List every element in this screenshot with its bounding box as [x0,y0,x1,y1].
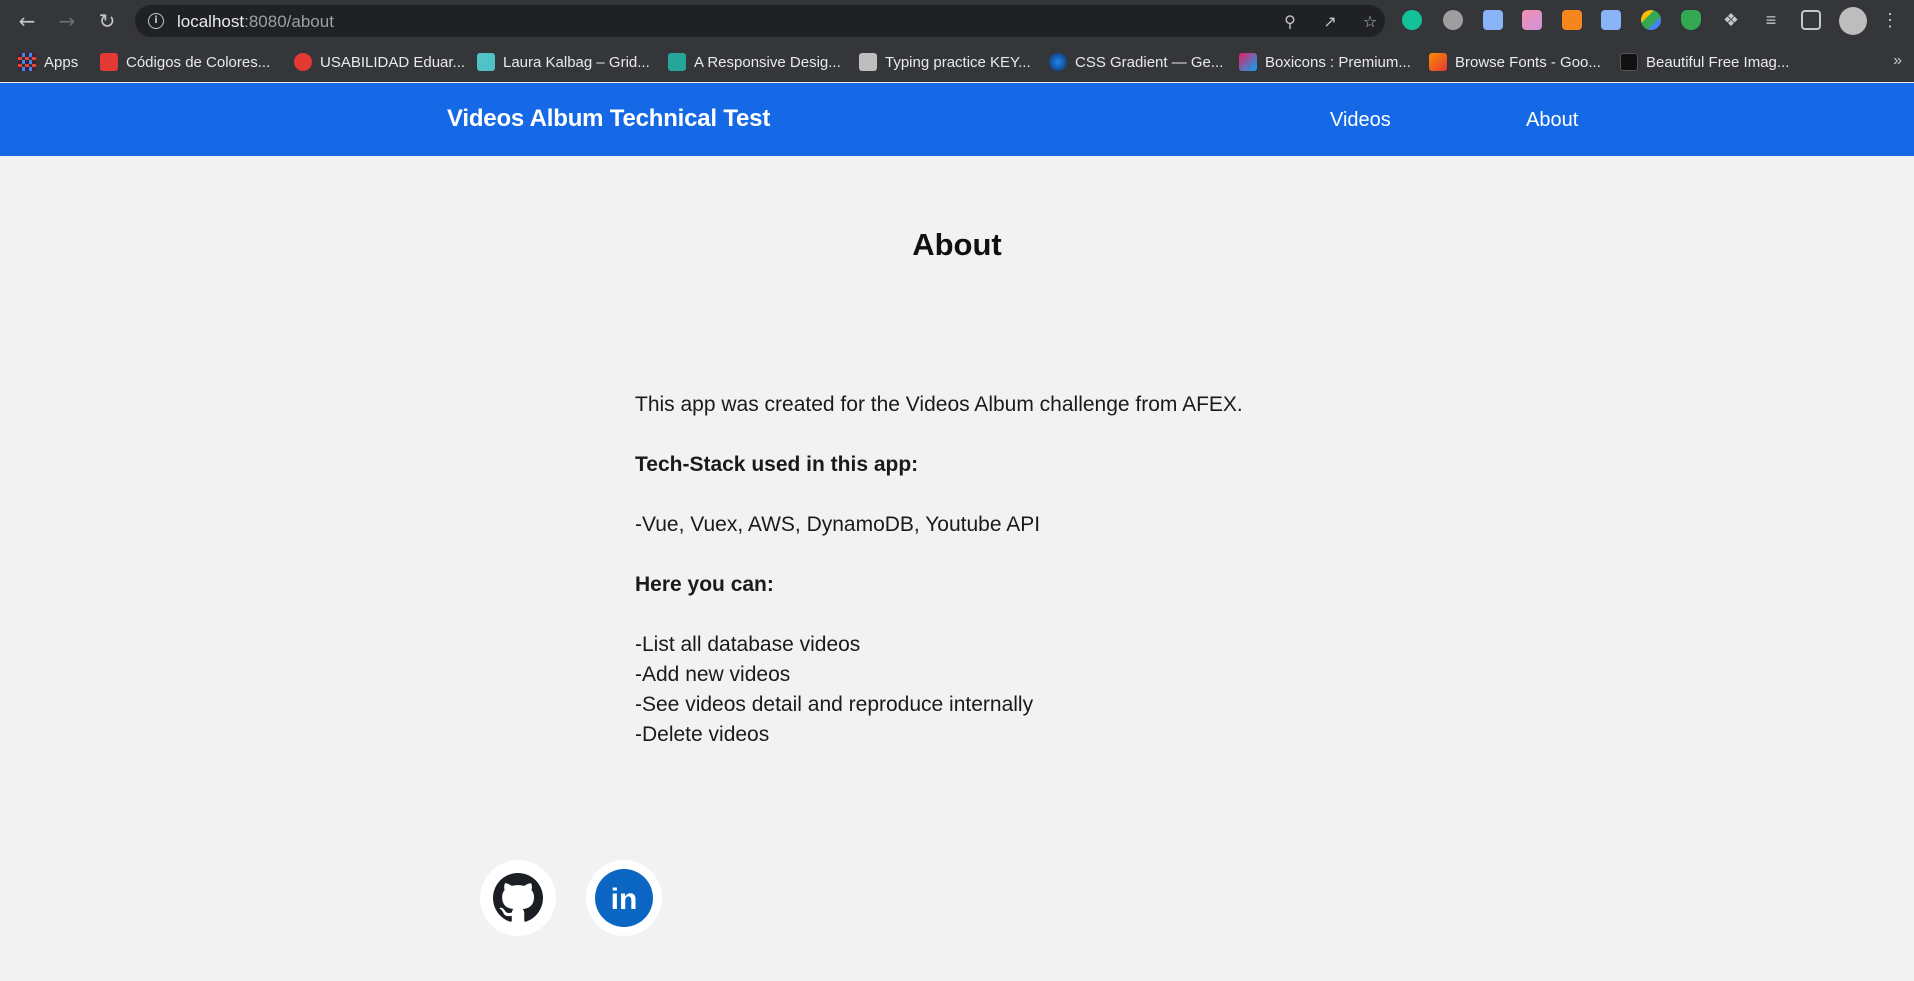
stack-heading: Tech-Stack used in this app: [635,453,919,476]
side-panel-icon[interactable] [1801,10,1821,30]
color-extension-icon[interactable] [1522,10,1542,30]
github-icon [493,873,543,922]
bookmark-star-icon[interactable]: ☆ [1361,13,1379,31]
app-navbar: Videos Album Technical Test Videos About [0,83,1914,156]
menu-kebab-icon[interactable]: ⋮ [1880,10,1900,30]
bookmark-apps[interactable]: Apps [18,51,78,73]
grammarly-extension-icon[interactable] [1402,10,1422,30]
screenshot-extension-icon[interactable] [1601,10,1621,30]
address-bar[interactable]: i localhost:8080/about ⚲ ↗ ☆ [135,5,1385,37]
unsplash-favicon-icon [1620,53,1638,71]
intro-text: This app was created for the Videos Albu… [635,393,1243,416]
about-content: This app was created for the Videos Albu… [635,390,1435,750]
bookmark-codigos[interactable]: Códigos de Colores... [100,51,270,73]
browser-toolbar: ← → ↻ i localhost:8080/about ⚲ ↗ ☆ ❖ ≡ ⋮ [0,0,1914,42]
profile-avatar[interactable] [1839,7,1867,35]
url-text[interactable]: localhost:8080/about [177,12,334,32]
page-title: About [912,227,1002,262]
bookmarks-bar: Apps Códigos de Colores... USABILIDAD Ed… [0,42,1914,82]
css-gradient-favicon-icon [1049,53,1067,71]
extensions-puzzle-icon[interactable]: ❖ [1721,10,1741,30]
forward-icon[interactable]: → [53,7,81,35]
responsive-design-favicon-icon [668,53,686,71]
share-icon[interactable]: ↗ [1321,13,1339,31]
feature-item: -Delete videos [635,723,770,746]
linkedin-link[interactable]: in [586,860,662,936]
feature-item: -Add new videos [635,663,791,686]
bookmark-css-gradient[interactable]: CSS Gradient — Ge... [1049,51,1223,73]
reading-list-icon[interactable]: ≡ [1761,10,1781,30]
reload-icon[interactable]: ↻ [93,7,121,35]
laura-kalbag-favicon-icon [477,53,495,71]
bookmark-typing-practice[interactable]: Typing practice KEY... [859,51,1031,73]
boxicons-favicon-icon [1239,53,1257,71]
bookmark-usabilidad[interactable]: USABILIDAD Eduar... [294,51,465,73]
nav-link-videos[interactable]: Videos [1330,109,1391,132]
linkedin-icon: in [595,869,653,927]
nav-link-about[interactable]: About [1526,109,1578,132]
github-link[interactable] [480,860,556,936]
features-heading: Here you can: [635,573,774,596]
feature-item: -See videos detail and reproduce interna… [635,693,1034,716]
metamask-extension-icon[interactable] [1562,10,1582,30]
shield-extension-icon[interactable] [1681,10,1701,30]
back-icon[interactable]: ← [13,7,41,35]
zoom-icon[interactable]: ⚲ [1281,13,1299,31]
bookmark-laura-kalbag[interactable]: Laura Kalbag – Grid... [477,51,650,73]
bookmark-boxicons[interactable]: Boxicons : Premium... [1239,51,1411,73]
dots-extension-icon[interactable] [1641,10,1661,30]
feature-item: -List all database videos [635,633,861,656]
bookmark-browse-fonts[interactable]: Browse Fonts - Goo... [1429,51,1601,73]
codigos-favicon-icon [100,53,118,71]
docs-extension-icon[interactable] [1483,10,1503,30]
brand-title[interactable]: Videos Album Technical Test [447,105,770,133]
settings-extension-icon[interactable] [1443,10,1463,30]
bookmark-responsive-design[interactable]: A Responsive Desig... [668,51,841,73]
apps-grid-icon [18,53,36,71]
stack-list: -Vue, Vuex, AWS, DynamoDB, Youtube API [635,513,1041,536]
site-info-icon[interactable]: i [148,13,164,29]
google-fonts-favicon-icon [1429,53,1447,71]
linkedin-icon-label: in [611,883,638,916]
usabilidad-favicon-icon [294,53,312,71]
bookmark-free-images[interactable]: Beautiful Free Imag... [1620,51,1789,73]
typing-practice-favicon-icon [859,53,877,71]
bookmarks-overflow-icon[interactable]: » [1893,52,1902,70]
